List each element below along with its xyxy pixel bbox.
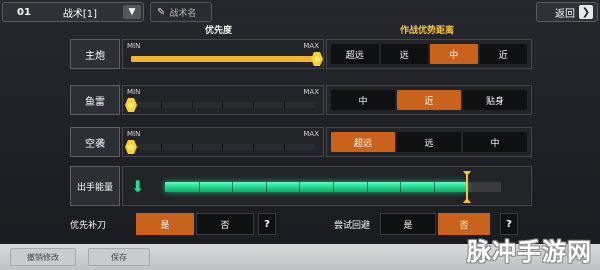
energy-fill: [165, 182, 467, 192]
distance-option[interactable]: 远: [380, 44, 428, 64]
lightning-icon: ⬇︎: [131, 177, 145, 196]
slider-track[interactable]: [131, 144, 315, 150]
energy-tick: [434, 182, 435, 192]
evade-label: 尝试回避: [334, 221, 371, 231]
undo-changes-button[interactable]: 撤销修改: [10, 248, 76, 266]
energy-tick: [367, 182, 368, 192]
energy-row: 出手能量 ⬇︎: [70, 166, 532, 206]
back-arrow-icon: ❯: [579, 5, 593, 19]
toggle-row: 优先补刀 是 否 ? 尝试回避 是 否 ?: [70, 213, 532, 235]
watermark-text: 脉冲手游网: [467, 238, 592, 266]
slider-fill: [131, 56, 317, 62]
energy-track[interactable]: [165, 182, 501, 192]
distance-option[interactable]: 中: [463, 132, 527, 152]
energy-tick: [333, 182, 334, 192]
distance-option[interactable]: 近: [479, 44, 527, 64]
slider-min-label: MIN: [127, 42, 141, 50]
tactic-name-placeholder: 战术名: [169, 8, 197, 19]
fill-blade-help-button[interactable]: ?: [258, 213, 276, 235]
fill-blade-no-button[interactable]: 否: [196, 213, 254, 235]
distance-option[interactable]: 超远: [331, 132, 395, 152]
energy-tick: [400, 182, 401, 192]
distance-options: 中近贴身: [326, 85, 532, 115]
top-bar: 01 战术[1] ▼ ✎ 战术名 返回 ❯: [0, 0, 600, 24]
weapon-label: 空袭: [70, 127, 120, 157]
distance-option[interactable]: 超远: [331, 44, 379, 64]
slider-handle[interactable]: [125, 140, 137, 154]
slider-handle[interactable]: [125, 98, 137, 112]
tactic-number: 01: [17, 6, 31, 18]
weapon-row-air-strike: 空袭 MIN MAX 超远远中: [70, 127, 532, 157]
distance-options: 超远远中: [326, 127, 532, 157]
distance-options: 超远远中近: [326, 39, 532, 69]
back-label: 返回: [555, 8, 575, 20]
weapon-label: 主炮: [70, 39, 120, 69]
energy-tick: [232, 182, 233, 192]
tactic-selector[interactable]: 01 战术[1] ▼: [2, 2, 144, 22]
slider-max-label: MAX: [303, 130, 319, 138]
evade-yes-button[interactable]: 是: [380, 213, 436, 235]
energy-bar-cell: ⬇︎: [122, 166, 532, 206]
tactic-name-field[interactable]: ✎ 战术名: [150, 2, 212, 22]
save-button[interactable]: 保存: [88, 248, 150, 266]
slider-max-label: MAX: [303, 88, 319, 96]
fill-blade-yes-button[interactable]: 是: [136, 213, 194, 235]
weapon-row-torpedo: 鱼雷 MIN MAX 中近贴身: [70, 85, 532, 115]
fill-blade-label: 优先补刀: [70, 221, 107, 231]
distance-option[interactable]: 中: [331, 90, 395, 110]
distance-header: 作战优势距离: [400, 26, 455, 36]
weapon-row-main-gun: 主炮 MIN MAX 超远远中近: [70, 39, 532, 69]
weapon-label: 鱼雷: [70, 85, 120, 115]
energy-threshold-marker[interactable]: [463, 171, 471, 203]
pencil-icon: ✎: [157, 6, 166, 18]
priority-slider[interactable]: MIN MAX: [122, 85, 324, 115]
slider-min-label: MIN: [127, 88, 141, 96]
priority-slider[interactable]: MIN MAX: [122, 127, 324, 157]
energy-label: 出手能量: [70, 166, 120, 206]
slider-track[interactable]: [131, 102, 315, 108]
distance-option[interactable]: 近: [397, 90, 461, 110]
back-button[interactable]: 返回 ❯: [536, 2, 598, 22]
slider-handle[interactable]: [311, 52, 323, 66]
slider-min-label: MIN: [127, 130, 141, 138]
energy-tick: [199, 182, 200, 192]
distance-option[interactable]: 中: [430, 44, 478, 64]
chevron-down-icon[interactable]: ▼: [123, 5, 141, 19]
slider-max-label: MAX: [303, 42, 319, 50]
distance-option[interactable]: 远: [397, 132, 461, 152]
distance-option[interactable]: 贴身: [463, 90, 527, 110]
tactic-label: 战术[1]: [62, 8, 98, 20]
priority-slider[interactable]: MIN MAX: [122, 39, 324, 69]
energy-tick: [299, 182, 300, 192]
energy-tick: [266, 182, 267, 192]
priority-header: 优先度: [205, 26, 233, 36]
